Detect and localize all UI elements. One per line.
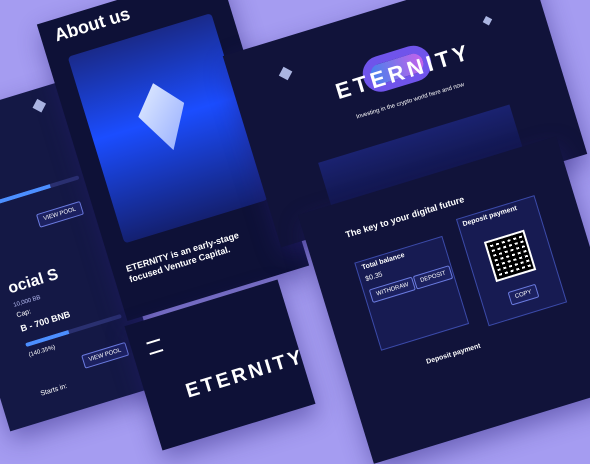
diamond-icon bbox=[32, 98, 47, 113]
progress-bar-top bbox=[0, 175, 80, 209]
diamond-icon bbox=[278, 66, 293, 81]
starts-in-label: Starts in: bbox=[39, 382, 69, 398]
dashboard-heading: The key to your digital future bbox=[344, 194, 466, 240]
pool-title: ocial S bbox=[6, 265, 61, 298]
menu-icon[interactable] bbox=[146, 338, 164, 356]
progress-fill-top bbox=[0, 184, 51, 209]
view-pool-button-2[interactable]: VIEW POOL bbox=[81, 341, 129, 369]
cap-label: Cap: bbox=[15, 308, 32, 320]
diamond-icon bbox=[482, 15, 493, 26]
deposit-payment-label-2: Deposit payment bbox=[425, 342, 482, 366]
amount-text: 10,000 BB bbox=[12, 294, 42, 309]
view-pool-button[interactable]: VIEW POOL bbox=[35, 201, 84, 228]
percent-text: (140.35%) bbox=[28, 344, 57, 359]
bottom-brand: ETERNITY bbox=[183, 345, 308, 403]
progress-fill-bottom bbox=[25, 330, 70, 348]
